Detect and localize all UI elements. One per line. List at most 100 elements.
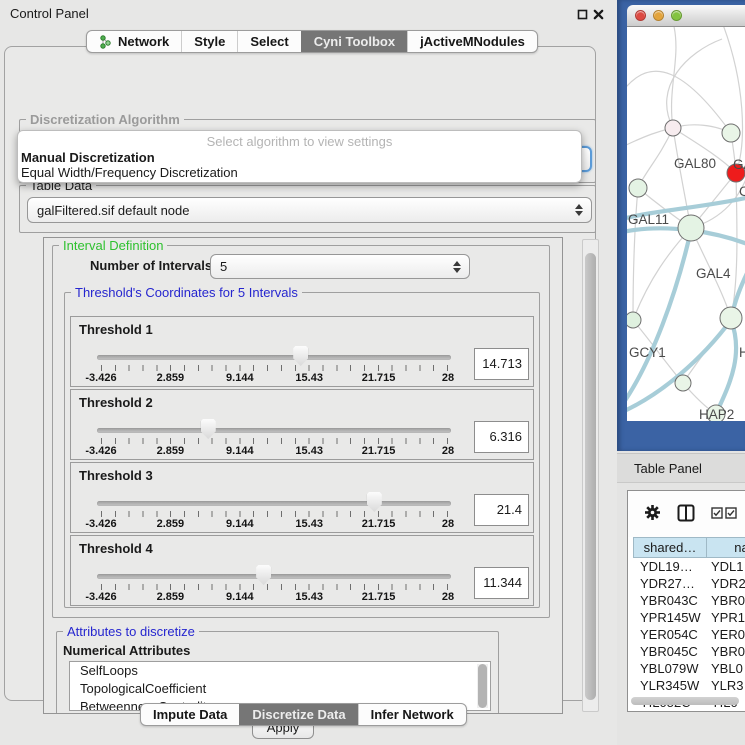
table-horizontal-scrollbar[interactable] [631, 697, 745, 706]
column-header-shared-name[interactable]: shared… [633, 537, 707, 558]
network-edge [633, 228, 691, 320]
list-scrollbar[interactable] [477, 664, 488, 708]
network-node-label: HAP2 [699, 407, 734, 421]
slider-thumb[interactable] [201, 419, 216, 439]
algorithm-dropdown-popup: Select algorithm to view settings Manual… [17, 130, 582, 183]
tab-jactivemnodules[interactable]: jActiveMNodules [407, 31, 537, 52]
stepper-icon [453, 261, 461, 273]
threshold-label: Threshold 1 [79, 322, 153, 337]
threshold-row: Threshold 3 -3.4262.8599.14415.4321.71528… [70, 462, 534, 533]
table-row[interactable]: YBR045CYBR0 [633, 643, 745, 660]
network-edge [673, 128, 691, 228]
numerical-attributes-label: Numerical Attributes [63, 643, 190, 658]
slider-scale: -3.4262.8599.14415.4321.71528 [101, 438, 448, 444]
discretization-algorithm-title: Discretization Algorithm [26, 112, 184, 127]
cyni-toolbox-panel: Discretization Algorithm Table Data galF… [4, 46, 596, 701]
slider-scale: -3.4262.8599.14415.4321.71528 [101, 365, 448, 371]
stepper-icon [575, 204, 583, 216]
table-row[interactable]: YLR345WYLR3 [633, 677, 745, 694]
slider-scale: -3.4262.8599.14415.4321.71528 [101, 511, 448, 517]
slider-track[interactable] [97, 355, 451, 360]
tab-discretize-data[interactable]: Discretize Data [239, 704, 357, 725]
tab-cyni-toolbox[interactable]: Cyni Toolbox [301, 31, 407, 52]
thresholds-group: Threshold's Coordinates for 5 Intervals … [64, 292, 540, 608]
network-node[interactable] [675, 375, 691, 391]
network-node-label: GAL80 [674, 156, 716, 171]
network-node-label: GCY1 [629, 345, 666, 360]
threshold-label: Threshold 4 [79, 541, 153, 556]
cyni-mode-tabs: Impute DataDiscretize DataInfer Network [140, 703, 467, 726]
network-node-label: GA [733, 157, 745, 172]
tab-infer-network[interactable]: Infer Network [358, 704, 466, 725]
slider-track[interactable] [97, 428, 451, 433]
network-node-label: GAL4 [696, 266, 731, 281]
network-node-label: C [739, 184, 745, 199]
table-row[interactable]: YBL079WYBL0 [633, 660, 745, 677]
network-window-titlebar[interactable] [627, 5, 745, 27]
threshold-value-field[interactable]: 11.344 [474, 567, 529, 599]
close-icon[interactable] [592, 8, 605, 21]
panel-scrollbar[interactable] [582, 239, 599, 712]
attribute-list-item[interactable]: SelfLoops [70, 662, 490, 680]
threshold-label: Threshold 3 [79, 468, 153, 483]
table-row[interactable]: YBR043CYBR0 [633, 592, 745, 609]
menu-item-equal-width-frequency[interactable]: Equal Width/Frequency Discretization [21, 165, 238, 180]
slider-track[interactable] [97, 574, 451, 579]
split-columns-icon[interactable] [677, 504, 695, 525]
table-row[interactable]: YPR145WYPR1 [633, 609, 745, 626]
network-node-label: HA [739, 345, 745, 360]
column-header-name[interactable]: na [707, 537, 745, 558]
slider-track[interactable] [97, 501, 451, 506]
network-node[interactable] [678, 215, 704, 241]
network-node[interactable] [722, 124, 740, 142]
thresholds-group-title: Threshold's Coordinates for 5 Intervals [71, 285, 302, 300]
threshold-value-field[interactable]: 6.316 [474, 421, 529, 453]
slider-thumb[interactable] [256, 565, 271, 585]
menu-item-manual-discretization[interactable]: Manual Discretization [21, 150, 155, 165]
attributes-group-title: Attributes to discretize [63, 624, 199, 639]
number-of-intervals-select[interactable]: 5 [210, 254, 470, 279]
interval-definition-title: Interval Definition [59, 238, 167, 253]
table-row[interactable]: YDR27…YDR2 [633, 575, 745, 592]
table-row[interactable]: YDL19…YDL1 [633, 558, 745, 575]
node-table: shared… na YDL19…YDL1YDR27…YDR2YBR043CYB… [627, 490, 745, 712]
tab-network[interactable]: Network [87, 31, 181, 52]
slider-thumb[interactable] [293, 346, 308, 366]
slider-scale: -3.4262.8599.14415.4321.71528 [101, 584, 448, 590]
checkbox-icon[interactable] [711, 507, 723, 522]
slider-thumb[interactable] [367, 492, 382, 512]
network-node[interactable] [629, 179, 647, 197]
table-data-value: galFiltered.sif default node [37, 203, 189, 218]
threshold-row: Threshold 1 -3.4262.8599.14415.4321.71528… [70, 316, 534, 387]
tab-style[interactable]: Style [181, 31, 237, 52]
checkbox-icon[interactable] [725, 507, 737, 522]
dropdown-hint: Select algorithm to view settings [18, 134, 581, 149]
minimize-traffic-light-icon[interactable] [653, 10, 664, 21]
zoom-traffic-light-icon[interactable] [671, 10, 682, 21]
tab-select[interactable]: Select [237, 31, 300, 52]
network-node[interactable] [720, 307, 742, 329]
interval-definition-group: Interval Definition Number of Intervals … [52, 245, 550, 618]
table-panel-header: Table Panel [617, 453, 745, 483]
gear-icon[interactable] [644, 504, 661, 524]
network-node[interactable] [665, 120, 681, 136]
attribute-list-item[interactable]: TopologicalCoefficient [70, 680, 490, 698]
threshold-row: Threshold 2 -3.4262.8599.14415.4321.71528… [70, 389, 534, 460]
panel-title: Control Panel [10, 6, 89, 21]
threshold-value-field[interactable]: 21.4 [474, 494, 529, 526]
table-panel-title: Table Panel [634, 461, 702, 476]
table-data-select[interactable]: galFiltered.sif default node [27, 197, 592, 223]
network-canvas[interactable]: GAL80 GA C GAL11 GAL4 GCY1 HA HAP2 [627, 27, 745, 421]
float-panel-icon[interactable] [576, 8, 589, 21]
tab-impute-data[interactable]: Impute Data [141, 704, 239, 725]
close-traffic-light-icon[interactable] [635, 10, 646, 21]
table-row[interactable]: YER054CYER0 [633, 626, 745, 643]
threshold-label: Threshold 2 [79, 395, 153, 410]
threshold-row: Threshold 4 -3.4262.8599.14415.4321.71528… [70, 535, 534, 606]
number-of-intervals-value: 5 [220, 259, 227, 274]
threshold-value-field[interactable]: 14.713 [474, 348, 529, 380]
network-node[interactable] [627, 312, 641, 328]
network-edge [722, 27, 742, 173]
network-node-label: GAL11 [628, 212, 669, 227]
table-toolbar [628, 491, 745, 537]
